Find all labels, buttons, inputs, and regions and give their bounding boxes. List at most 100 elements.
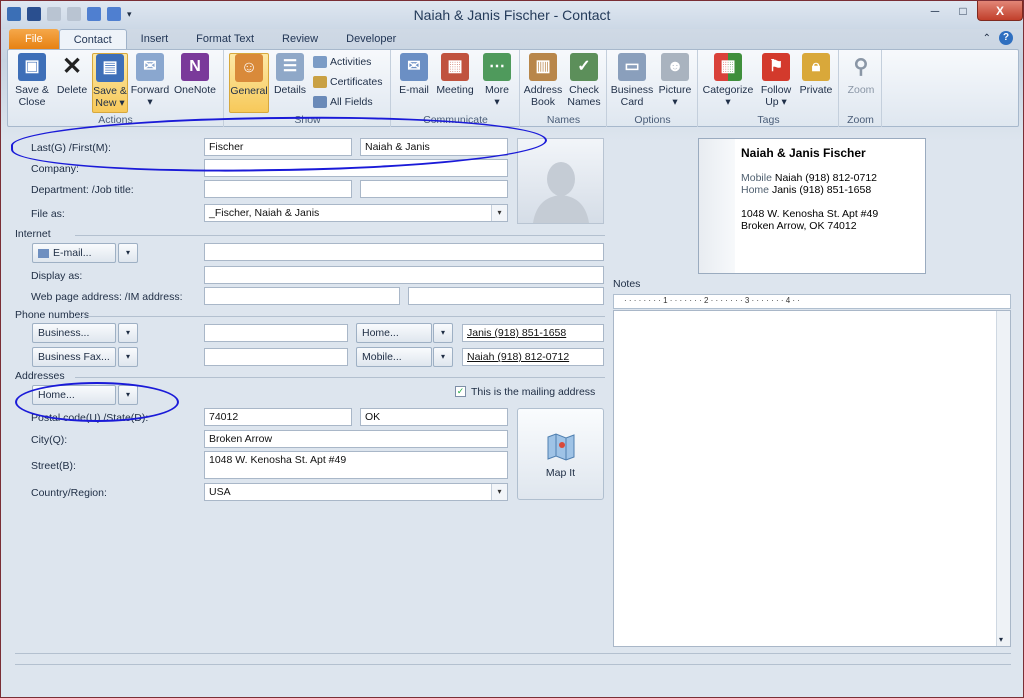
- card-home-value: Janis (918) 851-1658: [771, 184, 872, 196]
- mailing-address-checkbox[interactable]: ✓: [455, 386, 466, 397]
- save-close-button[interactable]: ▣ Save & Close: [12, 53, 52, 108]
- tab-developer[interactable]: Developer: [332, 29, 410, 50]
- person-silhouette-icon: [532, 162, 589, 223]
- department-label: Department: /Job title:: [31, 184, 134, 196]
- group-show-label: Show: [294, 114, 321, 126]
- all-fields-label: All Fields: [330, 96, 373, 108]
- notes-field[interactable]: ▾: [613, 310, 1011, 647]
- more-label: More ▾: [485, 84, 509, 108]
- help-area: ⌃ ?: [983, 31, 1013, 45]
- flag-icon: ⚑: [762, 53, 790, 81]
- group-actions-label: Actions: [98, 114, 133, 126]
- display-as-field[interactable]: [204, 266, 604, 284]
- notes-scrollbar[interactable]: ▾: [996, 311, 1010, 646]
- state-field[interactable]: OK: [360, 408, 508, 426]
- certificates-button[interactable]: Certificates: [313, 76, 383, 88]
- business-fax-button[interactable]: Business Fax...: [32, 347, 116, 367]
- meeting-button[interactable]: ▦ Meeting: [434, 53, 476, 96]
- onenote-button[interactable]: N OneNote: [172, 53, 218, 96]
- maximize-button[interactable]: □: [949, 1, 977, 21]
- more-button[interactable]: ⋯ More ▾: [480, 53, 514, 108]
- save-new-button[interactable]: ▤ Save & New ▾: [92, 53, 128, 113]
- minimize-button[interactable]: ─: [921, 1, 949, 21]
- categorize-button[interactable]: ▦ Categorize ▾: [701, 53, 755, 108]
- lock-icon: 🔒︎: [802, 53, 830, 81]
- tab-file[interactable]: File: [9, 29, 59, 50]
- all-fields-button[interactable]: All Fields: [313, 96, 373, 108]
- general-button[interactable]: ☺ General: [229, 53, 269, 113]
- email-dropdown-button[interactable]: E-mail...: [32, 243, 116, 263]
- business-card-button[interactable]: ▭ Business Card: [610, 53, 654, 108]
- last-name-field[interactable]: Fischer: [204, 138, 352, 156]
- meeting-icon: ▦: [441, 53, 469, 81]
- activities-button[interactable]: Activities: [313, 56, 371, 68]
- job-title-field[interactable]: [360, 180, 508, 198]
- address-book-small-icon: [38, 248, 49, 258]
- business-phone-arrow[interactable]: ▾: [118, 323, 138, 343]
- home-phone-field[interactable]: Janis (918) 851-1658: [462, 324, 604, 342]
- card-address-line-1: 1048 W. Kenosha St. Apt #49: [741, 208, 879, 220]
- address-book-button[interactable]: ▥ Address Book: [523, 53, 563, 108]
- home-phone-button[interactable]: Home...: [356, 323, 432, 343]
- forward-button[interactable]: ✉ Forward ▾: [130, 53, 170, 108]
- check-names-button[interactable]: ✓ Check Names: [565, 53, 603, 108]
- details-label: Details: [273, 84, 307, 96]
- street-label: Street(B):: [31, 460, 76, 472]
- street-field[interactable]: 1048 W. Kenosha St. Apt #49: [204, 451, 508, 479]
- postal-code-field[interactable]: 74012: [204, 408, 352, 426]
- tab-insert[interactable]: Insert: [127, 29, 183, 50]
- email-button-label: E-mail...: [53, 247, 92, 259]
- company-field[interactable]: [204, 159, 508, 177]
- tab-review[interactable]: Review: [268, 29, 332, 50]
- help-icon[interactable]: ?: [999, 31, 1013, 45]
- mobile-phone-field[interactable]: Naiah (918) 812-0712: [462, 348, 604, 366]
- group-communicate: ✉ E-mail ▦ Meeting ⋯ More ▾ Communicate: [392, 50, 520, 127]
- business-card-preview[interactable]: Naiah & Janis Fischer Mobile Naiah (918)…: [698, 138, 926, 274]
- certificates-label: Certificates: [330, 76, 383, 88]
- zoom-button[interactable]: ⚲ Zoom: [842, 53, 880, 96]
- map-it-button[interactable]: Map It: [517, 408, 604, 500]
- private-label: Private: [799, 84, 833, 96]
- details-button[interactable]: ☰ Details: [271, 53, 309, 96]
- more-icon: ⋯: [483, 53, 511, 81]
- all-fields-icon: [313, 96, 327, 108]
- business-phone-field[interactable]: [204, 324, 348, 342]
- country-select[interactable]: USA ▾: [204, 483, 508, 501]
- picture-button[interactable]: ☻ Picture ▾: [656, 53, 694, 108]
- email-button[interactable]: ✉ E-mail: [396, 53, 432, 96]
- delete-button[interactable]: ✕ Delete: [54, 53, 90, 97]
- title-bar: ▾ Naiah & Janis Fischer - Contact ─ □ X: [1, 1, 1023, 29]
- mobile-phone-button[interactable]: Mobile...: [356, 347, 432, 367]
- city-field[interactable]: Broken Arrow: [204, 430, 508, 448]
- window-controls: ─ □ X: [921, 1, 1023, 21]
- scroll-down-icon[interactable]: ▾: [999, 635, 1003, 644]
- business-fax-field[interactable]: [204, 348, 348, 366]
- mobile-phone-arrow[interactable]: ▾: [433, 347, 453, 367]
- follow-up-button[interactable]: ⚑ Follow Up ▾: [757, 53, 795, 108]
- minimize-ribbon-icon[interactable]: ⌃: [983, 33, 991, 44]
- country-dropdown-icon[interactable]: ▾: [491, 484, 507, 500]
- onenote-label: OneNote: [173, 84, 217, 96]
- email-type-arrow[interactable]: ▾: [118, 243, 138, 263]
- file-as-dropdown-icon[interactable]: ▾: [491, 205, 507, 221]
- tab-format-text[interactable]: Format Text: [182, 29, 268, 50]
- address-type-arrow[interactable]: ▾: [118, 385, 138, 405]
- address-type-button[interactable]: Home...: [32, 385, 116, 405]
- email-field[interactable]: [204, 243, 604, 261]
- home-phone-arrow[interactable]: ▾: [433, 323, 453, 343]
- file-as-select[interactable]: _Fischer, Naiah & Janis ▾: [204, 204, 508, 222]
- check-names-icon: ✓: [570, 53, 598, 81]
- business-fax-arrow[interactable]: ▾: [118, 347, 138, 367]
- mailing-address-label: This is the mailing address: [471, 386, 596, 398]
- contact-photo[interactable]: [517, 138, 604, 224]
- webpage-field[interactable]: [204, 287, 400, 305]
- card-home-key: Home: [741, 184, 770, 196]
- first-name-field[interactable]: Naiah & Janis: [360, 138, 508, 156]
- close-button[interactable]: X: [977, 1, 1023, 21]
- business-phone-button[interactable]: Business...: [32, 323, 116, 343]
- tab-contact[interactable]: Contact: [58, 29, 127, 50]
- im-address-field[interactable]: [408, 287, 604, 305]
- private-button[interactable]: 🔒︎ Private: [797, 53, 835, 96]
- save-close-label: Save & Close: [15, 84, 49, 108]
- department-field[interactable]: [204, 180, 352, 198]
